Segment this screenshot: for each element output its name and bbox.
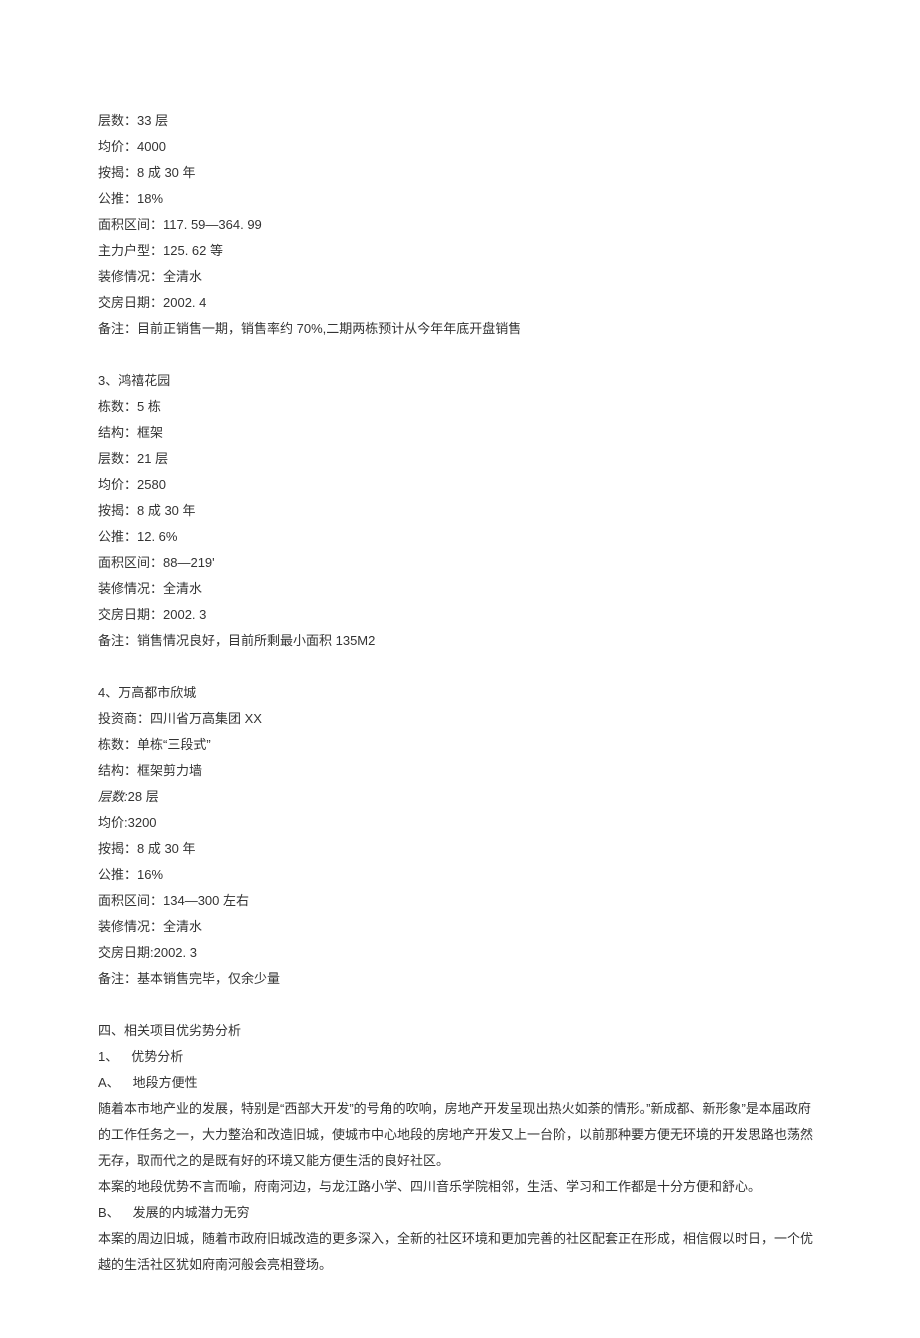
p4-mortgage: 按揭：8 成 30 年 [98,836,822,862]
p3-mortgage: 按揭：8 成 30 年 [98,498,822,524]
p2-finish: 装修情况：全清水 [98,264,822,290]
p4-floors-italic: 层数: [98,789,128,804]
p4-delivery: 交房日期:2002. 3 [98,940,822,966]
sec4-b: B、 发展的内城潜力无穷 [98,1200,822,1226]
p3-area: 面积区间：88—219' [98,550,822,576]
p3-buildings: 栋数：5 栋 [98,394,822,420]
sec4-a-text2: 本案的地段优势不言而喻，府南河边，与龙江路小学、四川音乐学院相邻，生活、学习和工… [98,1174,822,1200]
p2-floors: 层数：33 层 [98,108,822,134]
p2-delivery: 交房日期：2002. 4 [98,290,822,316]
p4-structure: 结构：框架剪力墙 [98,758,822,784]
p4-floors: 层数:28 层 [98,784,822,810]
p3-title: 3、鸿禧花园 [98,368,822,394]
p4-public: 公推：16% [98,862,822,888]
sec4-a-text1: 随着本市地产业的发展，特别是“西部大开发”的号角的吹响，房地产开发呈现出热火如荼… [98,1096,822,1174]
p2-remark: 备注：目前正销售一期，销售率约 70%,二期两栋预计从今年年底开盘销售 [98,316,822,342]
p3-public: 公推：12. 6% [98,524,822,550]
p4-investor: 投资商：四川省万高集团 XX [98,706,822,732]
p3-structure: 结构：框架 [98,420,822,446]
p2-main-unit: 主力户型：125. 62 等 [98,238,822,264]
p4-price: 均价:3200 [98,810,822,836]
p2-public: 公推：18% [98,186,822,212]
sec4-b-text1: 本案的周边旧城，随着市政府旧城改造的更多深入，全新的社区环境和更加完善的社区配套… [98,1226,822,1278]
p3-price: 均价：2580 [98,472,822,498]
p3-floors: 层数：21 层 [98,446,822,472]
sec4-a: A、 地段方便性 [98,1070,822,1096]
p3-finish: 装修情况：全清水 [98,576,822,602]
p4-area: 面积区间：134—300 左右 [98,888,822,914]
sec4-s1: 1、 优势分析 [98,1044,822,1070]
p2-mortgage: 按揭：8 成 30 年 [98,160,822,186]
sec4-title: 四、相关项目优劣势分析 [98,1018,822,1044]
spacer [98,654,822,680]
p3-delivery: 交房日期：2002. 3 [98,602,822,628]
document-page: 层数：33 层 均价：4000 按揭：8 成 30 年 公推：18% 面积区间：… [0,0,920,1338]
spacer [98,992,822,1018]
p4-remark: 备注：基本销售完毕，仅余少量 [98,966,822,992]
p4-floors-rest: 28 层 [128,789,159,804]
spacer [98,342,822,368]
p2-area: 面积区间：117. 59—364. 99 [98,212,822,238]
p4-title: 4、万高都市欣城 [98,680,822,706]
p3-remark: 备注：销售情况良好，目前所剩最小面积 135M2 [98,628,822,654]
p4-buildings: 栋数：单栋“三段式” [98,732,822,758]
p2-price: 均价：4000 [98,134,822,160]
p4-finish: 装修情况：全清水 [98,914,822,940]
